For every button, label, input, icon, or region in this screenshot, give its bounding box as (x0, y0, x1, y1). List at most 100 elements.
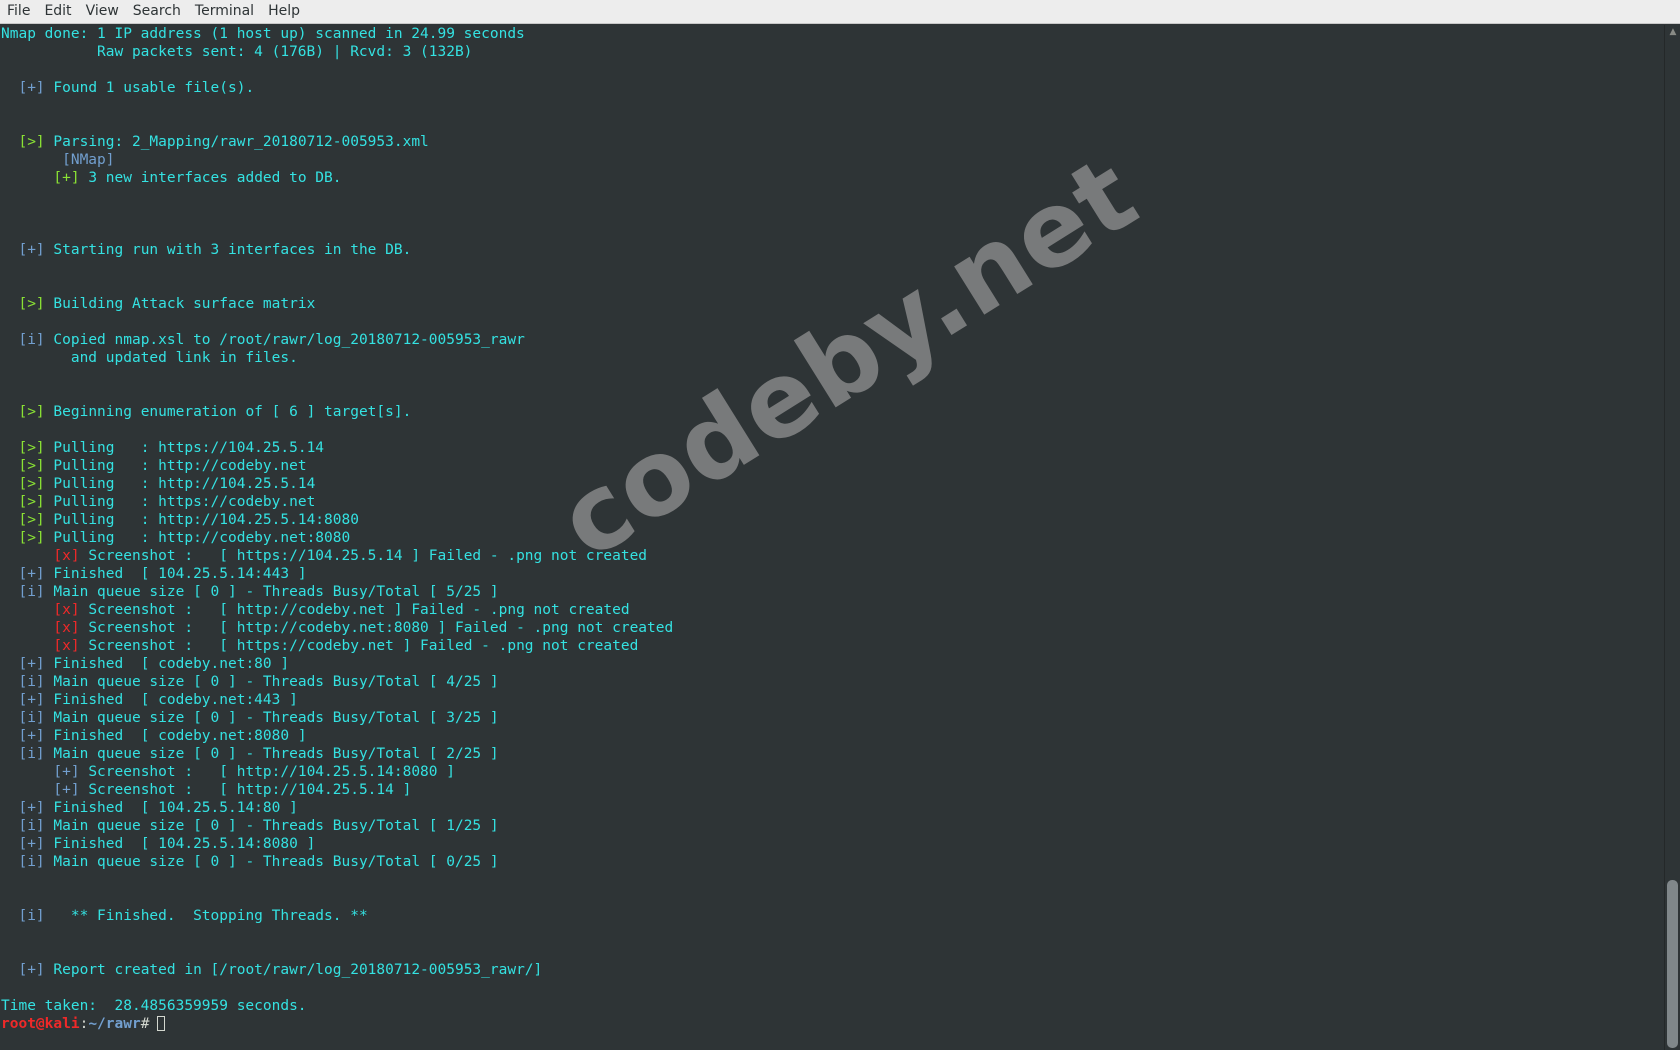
line-text: Parsing: 2_Mapping/rawr_20180712-005953.… (44, 134, 429, 150)
line-text (1, 134, 18, 150)
menu-file[interactable]: File (0, 0, 37, 24)
status-tag: [i] (18, 746, 45, 762)
line-text: Report created in [/root/rawr/log_201807… (44, 962, 543, 978)
terminal-line: [+] Finished [ 104.25.5.14:8080 ] (1, 835, 1664, 853)
terminal-line: [+] Screenshot : [ http://104.25.5.14 ] (1, 781, 1664, 799)
prompt-user-host: root@kali (1, 1016, 80, 1032)
terminal-line: Nmap done: 1 IP address (1 host up) scan… (1, 25, 1664, 43)
terminal-output[interactable]: Nmap done: 1 IP address (1 host up) scan… (0, 25, 1664, 1050)
terminal-scrollbar[interactable]: ▲ (1664, 25, 1680, 1050)
status-tag: [+] (18, 800, 45, 816)
menubar: File Edit View Search Terminal Help (0, 0, 1680, 24)
terminal-line: [x] Screenshot : [ http://codeby.net ] F… (1, 601, 1664, 619)
status-tag: [>] (18, 296, 45, 312)
terminal-line: [+] 3 new interfaces added to DB. (1, 169, 1664, 187)
status-tag: [+] (18, 836, 45, 852)
status-tag: [i] (18, 584, 45, 600)
line-text (1, 710, 18, 726)
line-text: Finished [ 104.25.5.14:8080 ] (44, 836, 316, 852)
line-text (1, 908, 18, 924)
scrollbar-thumb[interactable] (1667, 880, 1678, 1048)
menu-search[interactable]: Search (126, 0, 188, 24)
prompt-path: ~/rawr (88, 1016, 141, 1032)
status-tag: [x] (53, 638, 80, 654)
terminal-line: [>] Pulling : http://codeby.net:8080 (1, 529, 1664, 547)
line-text: ** Finished. Stopping Threads. ** (44, 908, 368, 924)
terminal-window: File Edit View Search Terminal Help Nmap… (0, 0, 1680, 1050)
status-tag: [i] (18, 710, 45, 726)
status-tag: [+] (18, 566, 45, 582)
line-text: Main queue size [ 0 ] - Threads Busy/Tot… (44, 710, 499, 726)
status-tag: [>] (18, 512, 45, 528)
line-text (1, 800, 18, 816)
status-tag: [>] (18, 134, 45, 150)
line-text (1, 746, 18, 762)
line-text: Found 1 usable file(s). (44, 80, 255, 96)
line-text: Screenshot : [ http://codeby.net:8080 ] … (79, 620, 674, 636)
status-tag: [+] (18, 656, 45, 672)
line-text (1, 512, 18, 528)
line-text (1, 782, 53, 798)
line-text: Beginning enumeration of [ 6 ] target[s]… (44, 404, 412, 420)
line-text (1, 854, 18, 870)
terminal-line: [>] Pulling : https://codeby.net (1, 493, 1664, 511)
terminal-line: [i] Main queue size [ 0 ] - Threads Busy… (1, 745, 1664, 763)
terminal-line: [>] Pulling : http://codeby.net (1, 457, 1664, 475)
status-tag: [NMap] (62, 152, 115, 168)
line-text: Main queue size [ 0 ] - Threads Busy/Tot… (44, 674, 499, 690)
terminal-line: [x] Screenshot : [ https://codeby.net ] … (1, 637, 1664, 655)
status-tag: [x] (53, 602, 80, 618)
line-text (1, 656, 18, 672)
terminal-line: [+] Finished [ codeby.net:8080 ] (1, 727, 1664, 745)
status-tag: [+] (18, 692, 45, 708)
status-tag: [>] (18, 476, 45, 492)
line-text: Finished [ 104.25.5.14:443 ] (44, 566, 307, 582)
line-text (1, 548, 53, 564)
line-text (1, 476, 18, 492)
menu-help[interactable]: Help (261, 0, 307, 24)
line-text (1, 692, 18, 708)
status-tag: [+] (53, 764, 80, 780)
line-text: Main queue size [ 0 ] - Threads Busy/Tot… (44, 854, 499, 870)
status-tag: [>] (18, 458, 45, 474)
terminal-line: [+] Finished [ 104.25.5.14:80 ] (1, 799, 1664, 817)
terminal-line: Raw packets sent: 4 (176B) | Rcvd: 3 (13… (1, 43, 1664, 61)
shell-prompt-line[interactable]: root@kali:~/rawr# (1, 1015, 1664, 1033)
line-text: Pulling : https://codeby.net (44, 494, 316, 510)
status-tag: [>] (18, 440, 45, 456)
menu-edit[interactable]: Edit (37, 0, 78, 24)
line-text (1, 602, 53, 618)
line-text: Finished [ codeby.net:443 ] (44, 692, 298, 708)
line-text: Finished [ 104.25.5.14:80 ] (44, 800, 298, 816)
menu-terminal[interactable]: Terminal (188, 0, 261, 24)
arrow-up-icon[interactable]: ▲ (1668, 27, 1678, 37)
line-text: Pulling : http://codeby.net:8080 (44, 530, 351, 546)
terminal-line: [+] Finished [ codeby.net:443 ] (1, 691, 1664, 709)
terminal-line: [i] Copied nmap.xsl to /root/rawr/log_20… (1, 331, 1664, 349)
line-text: Nmap done: 1 IP address (1 host up) scan… (1, 26, 525, 42)
line-text: Screenshot : [ https://codeby.net ] Fail… (79, 638, 639, 654)
line-text: Screenshot : [ http://104.25.5.14 ] (79, 782, 412, 798)
status-tag: [i] (18, 854, 45, 870)
terminal-line: [+] Finished [ 104.25.5.14:443 ] (1, 565, 1664, 583)
status-tag: [x] (53, 620, 80, 636)
status-tag: [>] (18, 404, 45, 420)
status-tag: [+] (53, 170, 80, 186)
line-text: Building Attack surface matrix (44, 296, 316, 312)
status-tag: [i] (18, 332, 45, 348)
line-text (1, 530, 18, 546)
status-tag: [+] (18, 80, 45, 96)
line-text: Screenshot : [ http://codeby.net ] Faile… (79, 602, 630, 618)
status-tag: [+] (18, 242, 45, 258)
line-text (1, 764, 53, 780)
menu-view[interactable]: View (79, 0, 126, 24)
line-text (1, 818, 18, 834)
